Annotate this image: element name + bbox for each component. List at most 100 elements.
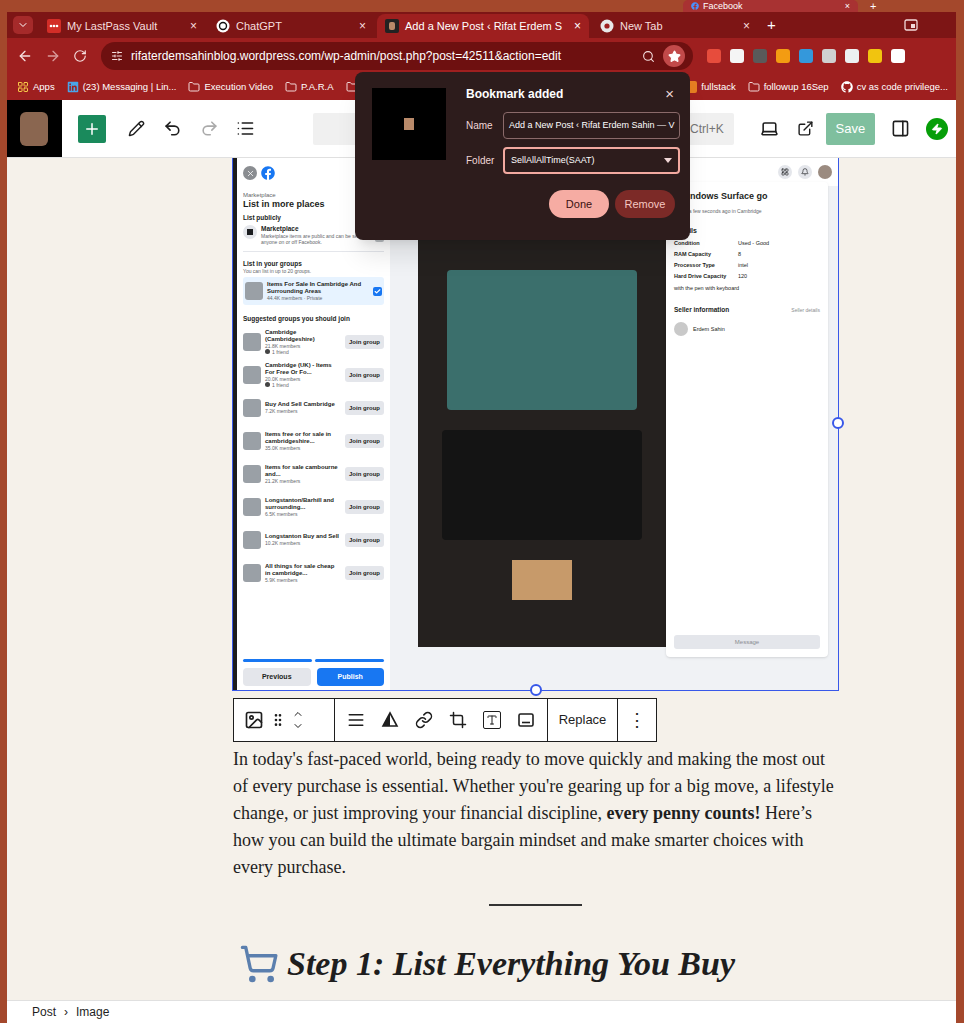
browser-tab[interactable]: Add a New Post ‹ Rifat Erdem S× — [377, 14, 589, 38]
breadcrumb-item[interactable]: Post — [32, 1003, 56, 1021]
replace-button[interactable]: Replace — [548, 699, 618, 741]
join-group-button[interactable]: Join group — [345, 533, 384, 547]
other-window-tab[interactable]: Facebook× — [683, 0, 858, 12]
seller-details-link[interactable]: Seller details — [791, 307, 820, 313]
join-group-button[interactable]: Join group — [345, 500, 384, 514]
extension-icon[interactable] — [891, 49, 905, 63]
pencil-icon[interactable] — [128, 120, 145, 137]
tab-close[interactable]: × — [845, 0, 850, 12]
tab-search-button[interactable] — [13, 16, 33, 34]
new-tab-icon — [600, 19, 614, 33]
name-input[interactable]: Add a New Post ‹ Rifat Erdem Sahin — V — [503, 112, 680, 139]
forward-icon[interactable] — [45, 48, 61, 64]
bell-icon[interactable] — [801, 168, 809, 176]
drag-handle-icon[interactable] — [270, 712, 286, 728]
browser-tab[interactable]: New Tab × — [592, 14, 758, 38]
caption-icon[interactable] — [517, 711, 535, 729]
tab-label: New Tab — [620, 18, 663, 35]
paragraph[interactable]: In today's fast-paced world, being ready… — [233, 746, 835, 881]
view-post-icon[interactable] — [797, 120, 814, 137]
bookmark[interactable]: P.A.R.A — [285, 80, 334, 94]
check-icon — [374, 288, 381, 295]
checkbox[interactable] — [373, 287, 382, 296]
align-icon[interactable] — [347, 711, 365, 729]
bookmark[interactable]: cv as code privilege... — [841, 80, 948, 94]
crop-icon[interactable] — [449, 711, 467, 729]
duotone-icon[interactable] — [381, 711, 399, 729]
settings-panel-icon[interactable] — [891, 119, 910, 138]
address-bar[interactable]: rifaterdemsahinblog.wordpress.com/wp-adm… — [101, 42, 693, 70]
folder-select[interactable]: SellAllAllTime(SAAT) — [503, 147, 680, 174]
list-view-icon[interactable] — [236, 119, 255, 138]
site-photo — [20, 112, 48, 146]
tab-close[interactable]: × — [743, 17, 750, 35]
seller-row[interactable]: Erdem Sahin — [674, 322, 820, 336]
publish-button[interactable]: Publish — [317, 668, 385, 686]
bookmark[interactable]: fullstack — [685, 80, 735, 94]
folder-icon — [285, 81, 297, 93]
bookmark[interactable]: Execution Video — [188, 80, 273, 94]
back-icon[interactable] — [17, 48, 33, 64]
breadcrumb-item[interactable]: Image — [76, 1003, 109, 1021]
bookmark[interactable]: followup 16Sep — [748, 80, 829, 94]
join-group-button[interactable]: Join group — [345, 401, 384, 415]
resize-handle[interactable] — [530, 684, 542, 696]
breadcrumb-bar: Post›Image — [7, 1000, 956, 1023]
my-group-row[interactable]: Items For Sale In Cambridge And Surround… — [243, 277, 384, 305]
popup-close[interactable]: × — [665, 86, 674, 102]
image-icon[interactable] — [244, 710, 264, 730]
facebook-icon — [691, 2, 699, 10]
close-button[interactable] — [243, 166, 257, 180]
tab-close[interactable]: × — [190, 17, 197, 35]
site-icon[interactable] — [7, 100, 62, 157]
browser-tab[interactable]: ChatGPT× — [208, 14, 374, 38]
extension-icon[interactable] — [822, 49, 836, 63]
site-info-icon[interactable] — [111, 50, 123, 62]
move-down-icon[interactable] — [292, 720, 304, 732]
join-group-button[interactable]: Join group — [345, 566, 384, 580]
facebook-logo-icon[interactable] — [261, 166, 275, 180]
move-up-icon[interactable] — [292, 708, 304, 720]
profile-avatar[interactable] — [818, 165, 832, 179]
text-overlay-icon[interactable] — [486, 714, 498, 726]
inserter-button[interactable] — [78, 115, 106, 143]
extension-icon[interactable] — [799, 49, 813, 63]
bookmark[interactable]: (23) Messaging | Lin... — [67, 80, 177, 94]
join-group-button[interactable]: Join group — [345, 434, 384, 448]
message-button[interactable]: Message — [674, 635, 820, 649]
menu-icon[interactable] — [781, 168, 789, 176]
extension-icon[interactable] — [776, 49, 790, 63]
new-tab-button[interactable]: + — [870, 0, 876, 12]
zoom-icon[interactable] — [642, 50, 655, 63]
bookmark-star-button[interactable] — [663, 45, 685, 67]
tab-close[interactable]: × — [359, 17, 366, 35]
remove-button[interactable]: Remove — [615, 190, 675, 218]
redo-icon[interactable] — [200, 119, 219, 138]
join-group-button[interactable]: Join group — [345, 335, 384, 349]
done-button[interactable]: Done — [549, 190, 609, 218]
new-tab-button[interactable]: + — [767, 14, 776, 37]
more-options-button[interactable]: ⋮ — [618, 699, 656, 741]
undo-icon[interactable] — [163, 119, 182, 138]
field-label: Folder — [466, 153, 503, 168]
extension-icon[interactable] — [753, 49, 767, 63]
window-icon[interactable] — [904, 19, 918, 31]
preview-icon[interactable] — [760, 119, 779, 138]
heading[interactable]: Step 1: List Everything You Buy — [233, 942, 838, 986]
extension-icon[interactable] — [707, 49, 721, 63]
reload-icon[interactable] — [73, 49, 87, 63]
extension-icon[interactable] — [845, 49, 859, 63]
save-button[interactable]: Save — [826, 113, 876, 145]
previous-button[interactable]: Previous — [243, 668, 311, 686]
browser-tab[interactable]: My LastPass Vault× — [39, 14, 205, 38]
tab-close[interactable]: × — [574, 17, 581, 35]
join-group-button[interactable]: Join group — [345, 467, 384, 481]
url[interactable]: rifaterdemsahinblog.wordpress.com/wp-adm… — [131, 47, 561, 65]
link-icon[interactable] — [415, 711, 433, 729]
extension-icon[interactable] — [730, 49, 744, 63]
extension-icon[interactable] — [868, 49, 882, 63]
bookmark[interactable]: Apps — [17, 80, 55, 94]
join-group-button[interactable]: Join group — [345, 368, 384, 382]
resize-handle[interactable] — [832, 417, 844, 429]
jetpack-icon[interactable] — [926, 118, 948, 140]
